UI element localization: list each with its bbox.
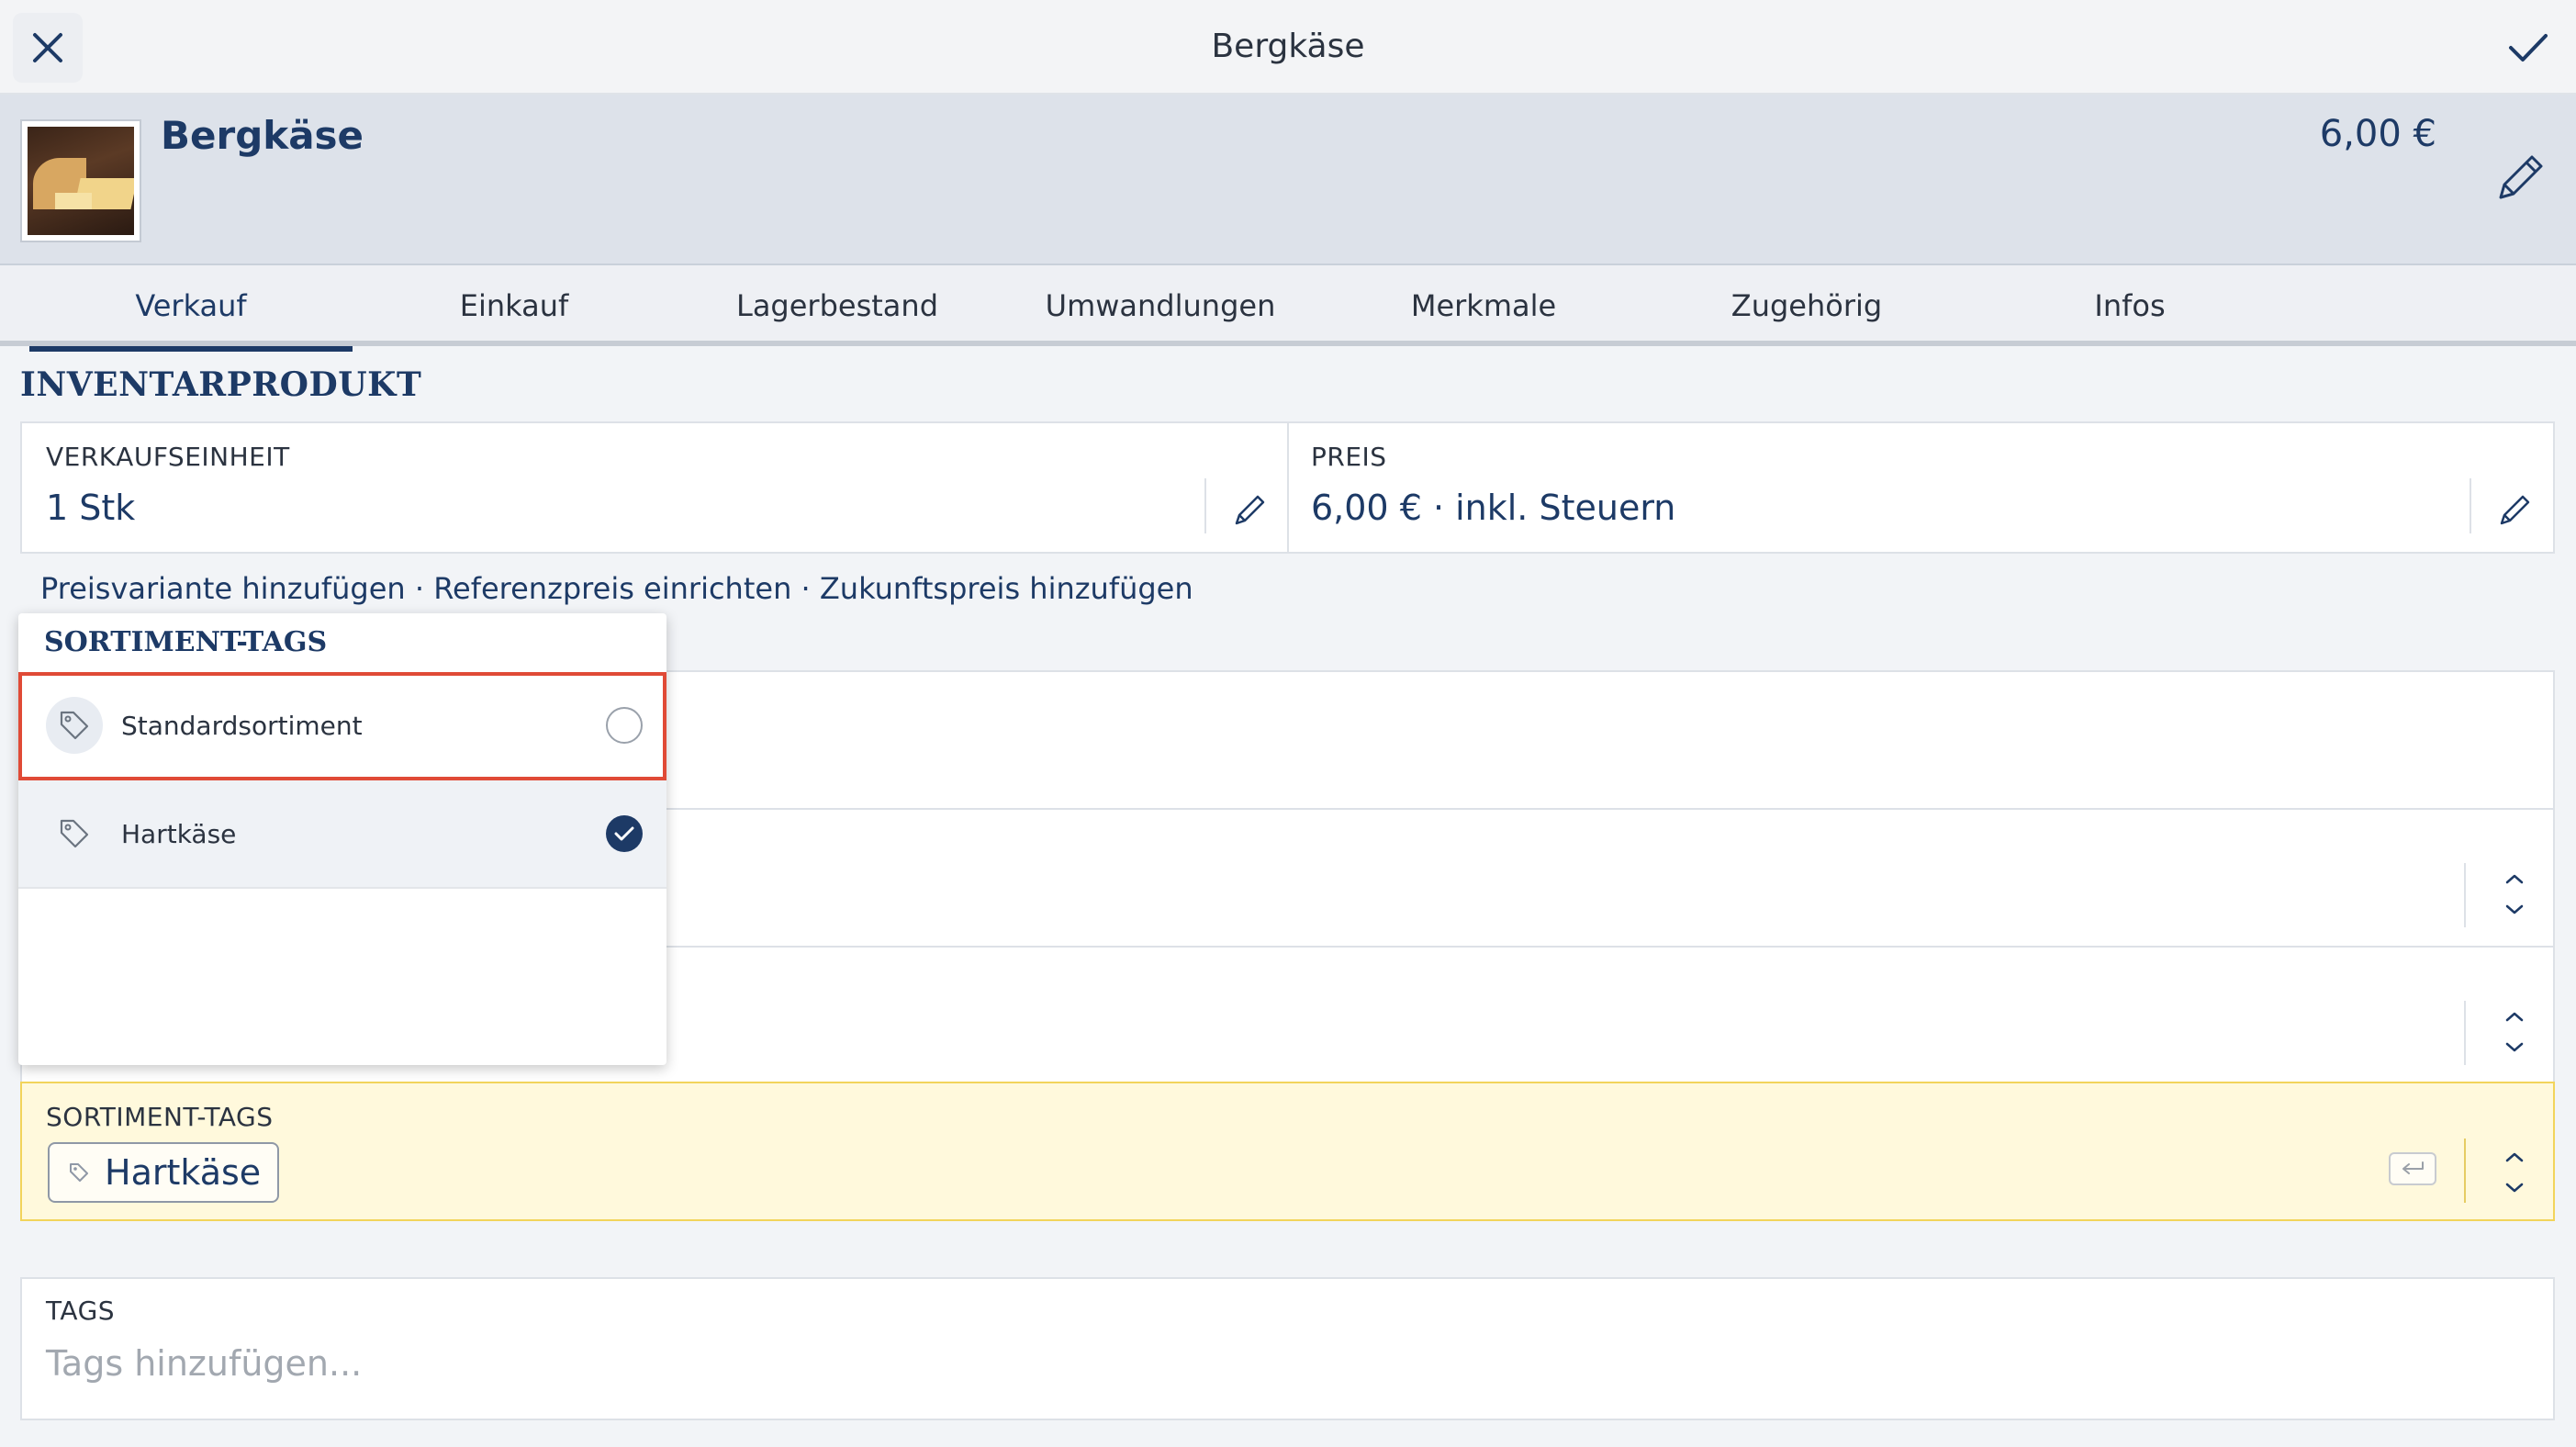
dropdown-title: SORTIMENT-TAGS	[44, 626, 328, 658]
undo-icon	[2402, 1161, 2424, 1174]
dropdown-option-standardsortiment[interactable]: Standardsortiment	[18, 672, 666, 780]
tab-verkauf[interactable]: Verkauf	[29, 265, 353, 352]
divider	[1287, 423, 1289, 552]
dropdown-option-label: Hartkäse	[121, 818, 237, 849]
reorder-button[interactable]	[2492, 867, 2537, 922]
tag-icon	[70, 1163, 88, 1182]
assortment-tags-dropdown: SORTIMENT-TAGS Standardsortiment Hartkäs…	[18, 613, 666, 1065]
assortment-tag-chip[interactable]: Hartkäse	[48, 1142, 280, 1203]
section-title: INVENTARPRODUKT	[20, 365, 422, 404]
option-radio-checked[interactable]	[606, 815, 643, 852]
divider	[1204, 478, 1206, 533]
product-image[interactable]	[20, 119, 141, 242]
edit-sales-unit-button[interactable]	[1225, 484, 1276, 535]
pencil-icon	[2499, 155, 2543, 199]
add-future-price-link[interactable]: Zukunftspreis hinzufügen	[820, 571, 1193, 606]
chevron-up-down-icon	[2505, 874, 2524, 914]
tab-einkauf[interactable]: Einkauf	[353, 265, 676, 346]
assortment-tags-field: SORTIMENT-TAGS Hartkäse	[20, 1082, 2555, 1221]
price-label: PREIS	[1311, 442, 1387, 472]
top-bar: Bergkäse	[0, 0, 2576, 95]
edit-price-button[interactable]	[2490, 484, 2541, 535]
assortment-tag-chip-label: Hartkäse	[105, 1152, 262, 1193]
undo-button[interactable]	[2389, 1152, 2436, 1185]
set-reference-price-link[interactable]: Referenzpreis einrichten	[433, 571, 791, 606]
product-header: Bergkäse 6,00 €	[0, 95, 2576, 265]
dropdown-option-hartkaese[interactable]: Hartkäse	[18, 780, 666, 889]
window-title: Bergkäse	[1211, 28, 1365, 65]
edit-product-button[interactable]	[2493, 150, 2548, 205]
tab-bar: Verkauf Einkauf Lagerbestand Umwandlunge…	[0, 265, 2576, 352]
tag-icon	[46, 697, 103, 754]
option-radio[interactable]	[606, 707, 643, 744]
tab-umwandlungen[interactable]: Umwandlungen	[999, 265, 1322, 346]
divider	[2470, 478, 2471, 533]
tab-lagerbestand[interactable]: Lagerbestand	[676, 265, 999, 346]
product-price: 6,00 €	[2319, 113, 2436, 155]
tab-zugehoerig[interactable]: Zugehörig	[1645, 265, 1968, 346]
tag-icon	[46, 805, 103, 862]
tags-field: TAGS Tags hinzufügen...	[20, 1277, 2555, 1420]
product-name: Bergkäse	[161, 113, 364, 158]
price-links: Preisvariante hinzufügen · Referenzpreis…	[40, 571, 1193, 606]
reorder-button[interactable]	[2492, 1140, 2537, 1205]
chevron-up-down-icon	[2505, 1012, 2524, 1052]
price-value: 6,00 € · inkl. Steuern	[1311, 488, 1676, 528]
assortment-tags-label: SORTIMENT-TAGS	[46, 1102, 274, 1132]
reorder-button[interactable]	[2492, 1004, 2537, 1060]
pencil-icon	[1235, 495, 1265, 525]
check-icon	[614, 826, 634, 841]
dropdown-option-label: Standardsortiment	[121, 710, 363, 741]
sales-unit-label: VERKAUFSEINHEIT	[46, 442, 290, 472]
confirm-button[interactable]	[2493, 13, 2563, 83]
add-price-variant-link[interactable]: Preisvariante hinzufügen	[40, 571, 406, 606]
cheese-photo	[28, 127, 134, 235]
tab-merkmale[interactable]: Merkmale	[1322, 265, 1645, 346]
tags-label: TAGS	[46, 1296, 116, 1326]
pencil-icon	[2500, 495, 2530, 525]
sales-unit-price-card: VERKAUFSEINHEIT 1 Stk PREIS 6,00 € · ink…	[20, 421, 2555, 554]
sales-unit-value: 1 Stk	[46, 488, 136, 528]
tab-infos[interactable]: Infos	[1968, 265, 2291, 346]
tags-input[interactable]: Tags hinzufügen...	[46, 1343, 362, 1384]
chevron-up-down-icon	[2505, 1152, 2524, 1193]
check-icon	[2509, 34, 2548, 62]
